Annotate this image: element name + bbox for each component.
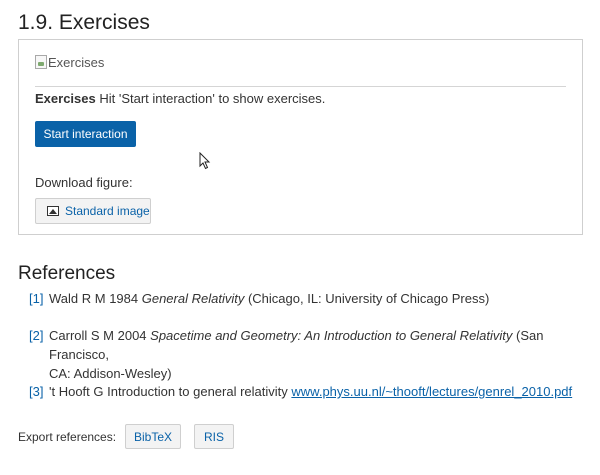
reference-item-2: [2] Carroll S M 2004 Spacetime and Geome… xyxy=(29,326,589,381)
caption-text: Hit 'Start interaction' to show exercise… xyxy=(95,91,326,106)
reference-text: Wald R M 1984 General Relativity (Chicag… xyxy=(49,291,490,306)
image-alt-text: Exercises xyxy=(48,54,105,70)
reference-link[interactable]: www.phys.uu.nl/~thooft/lectures/genrel_2… xyxy=(291,384,572,399)
exercise-figure-box: Exercises Exercises Hit 'Start interacti… xyxy=(18,39,583,235)
reference-text: 't Hooft G Introduction to general relat… xyxy=(49,384,573,399)
mouse-cursor-icon xyxy=(199,152,211,170)
caption-bold: Exercises xyxy=(35,91,96,106)
standard-image-label: Standard image xyxy=(65,204,150,218)
download-figure-label: Download figure: xyxy=(35,175,133,190)
standard-image-button[interactable]: Standard image xyxy=(35,198,151,224)
figure-caption: Exercises Hit 'Start interaction' to sho… xyxy=(35,91,325,106)
references-title: References xyxy=(18,263,116,284)
bibtex-export-button[interactable]: BibTeX xyxy=(125,424,181,449)
reference-number[interactable]: [2] xyxy=(29,326,43,345)
reference-text: Carroll S M 2004 Spacetime and Geometry:… xyxy=(49,328,544,381)
reference-item-3: [3] 't Hooft G Introduction to general r… xyxy=(29,382,589,401)
export-references-label: Export references: xyxy=(18,430,117,444)
reference-number[interactable]: [1] xyxy=(29,289,43,308)
start-interaction-button[interactable]: Start interaction xyxy=(35,121,136,147)
image-icon xyxy=(47,206,59,216)
reference-number[interactable]: [3] xyxy=(29,382,43,401)
ris-export-button[interactable]: RIS xyxy=(194,424,234,449)
reference-item-1: [1] Wald R M 1984 General Relativity (Ch… xyxy=(29,289,589,308)
exercises-image: Exercises xyxy=(35,54,104,70)
broken-image-icon xyxy=(35,55,47,69)
section-title: 1.9. Exercises xyxy=(18,11,150,34)
divider xyxy=(35,86,566,87)
